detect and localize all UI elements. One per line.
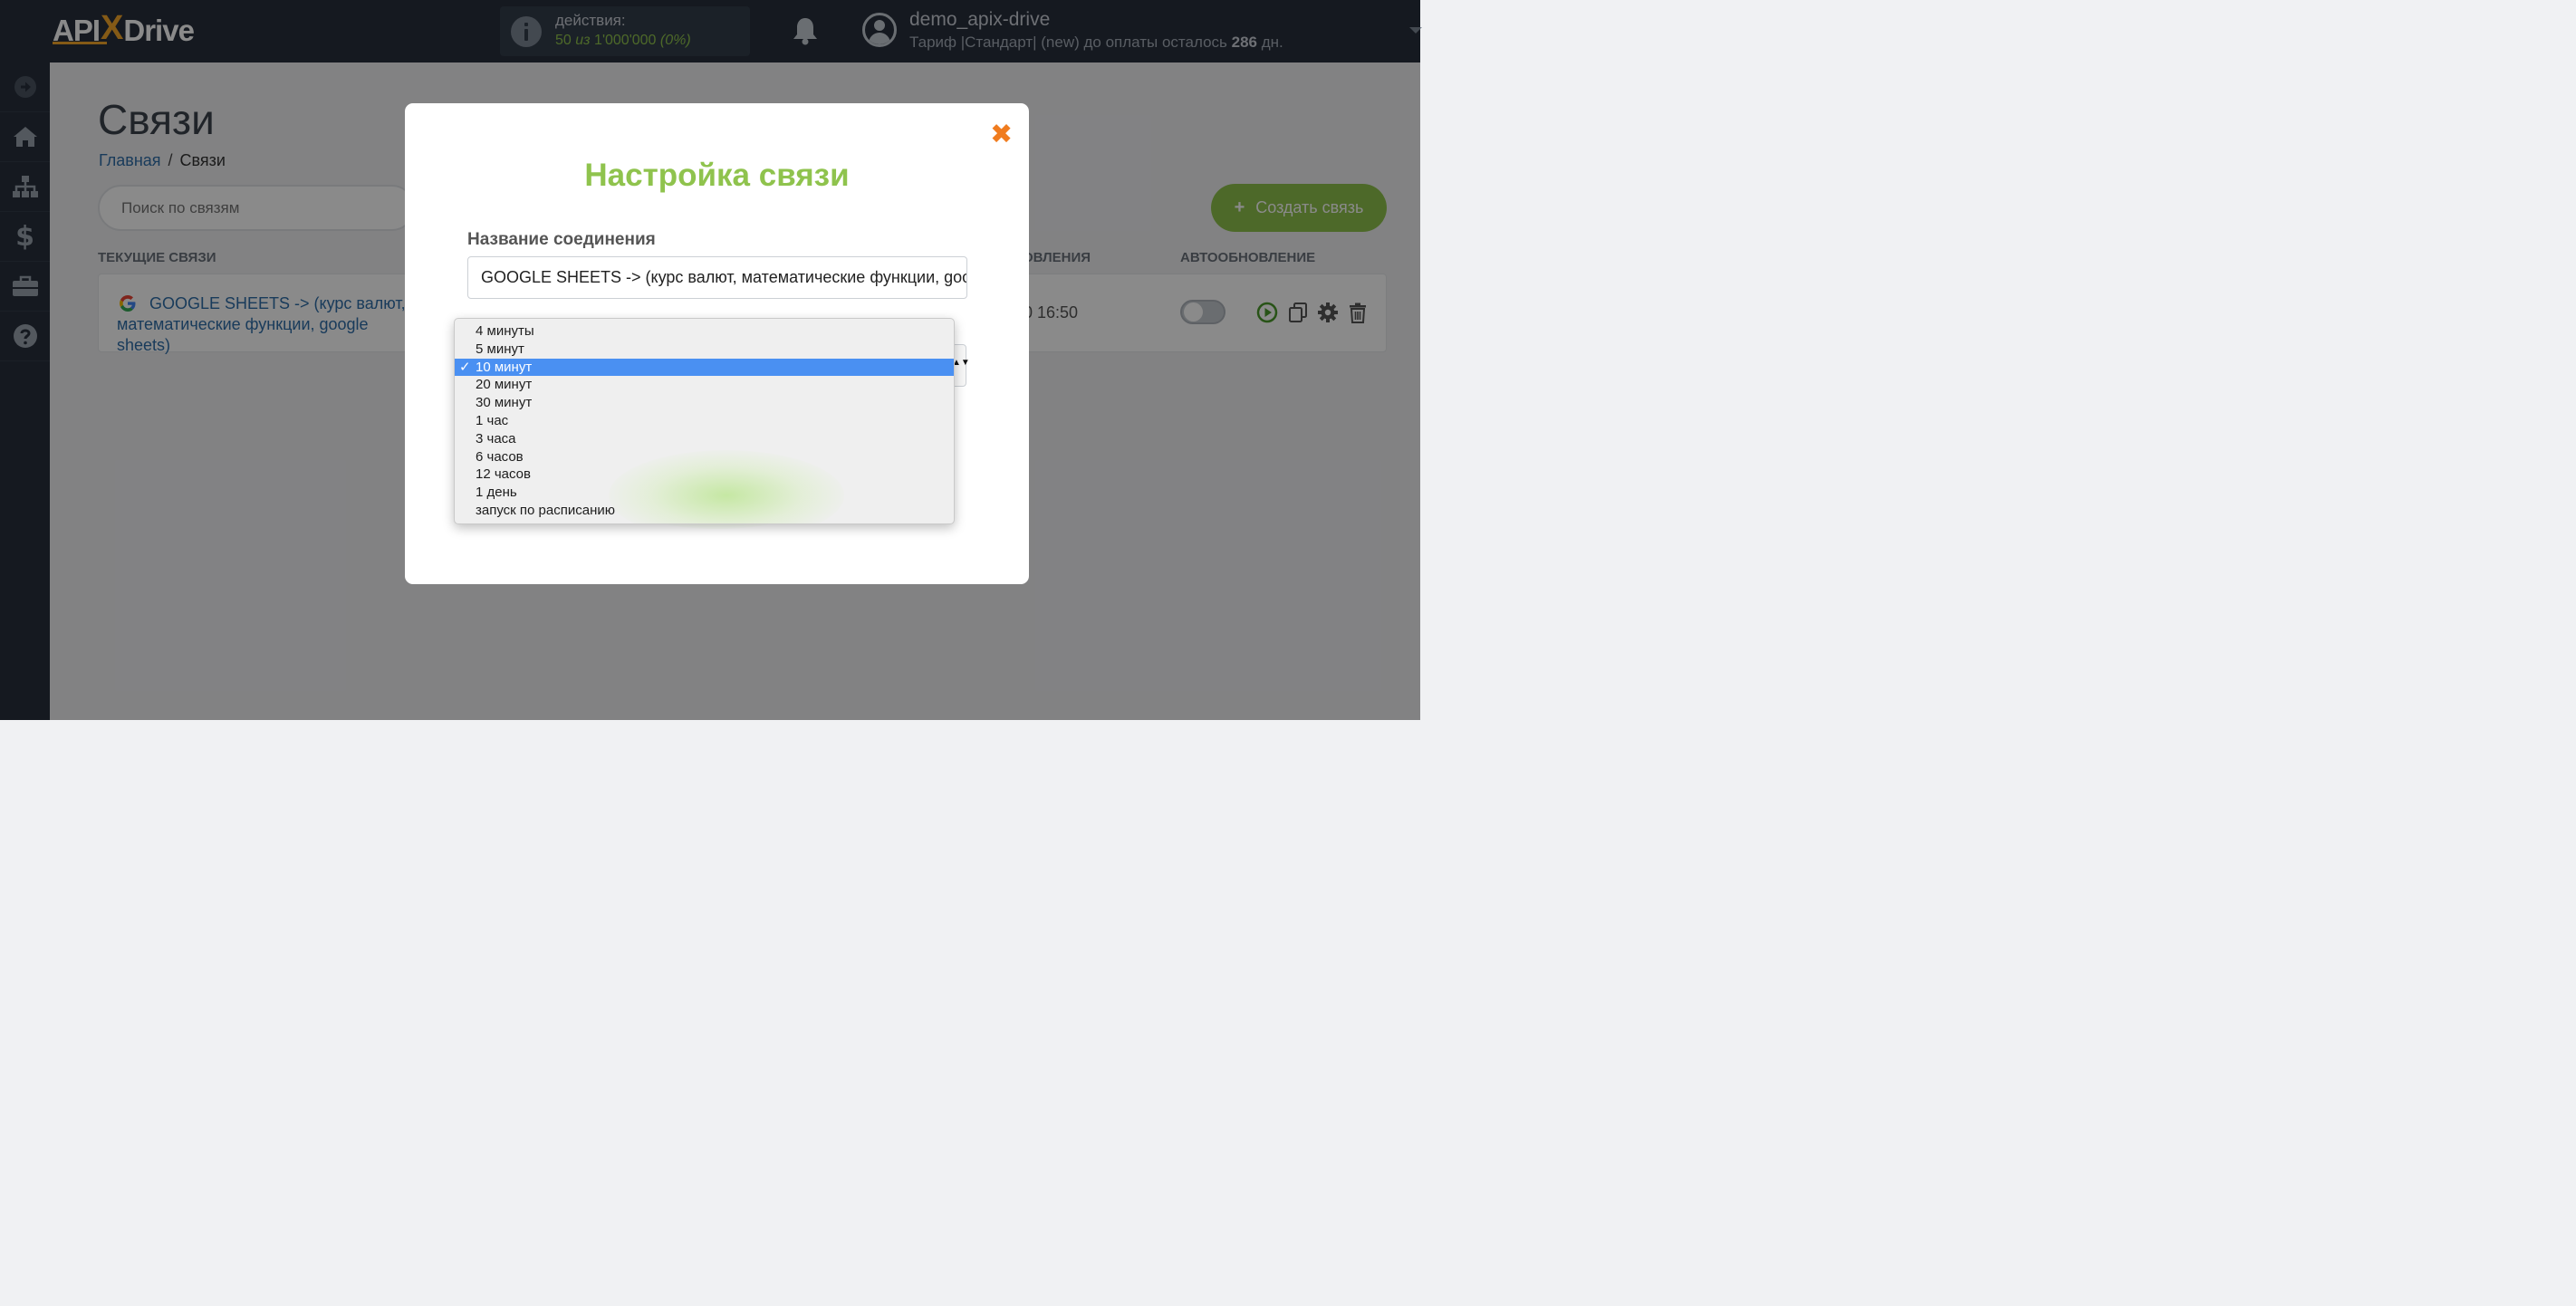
interval-option[interactable]: 4 минуты	[455, 322, 954, 341]
connection-name-label: Название соединения	[467, 230, 656, 249]
interval-option-label: 30 минут	[476, 395, 533, 411]
interval-option[interactable]: 30 минут	[455, 394, 954, 412]
update-interval-dropdown[interactable]: 4 минуты 5 минут ✓ 10 минут 20 минут 30 минут…	[454, 318, 955, 524]
close-icon[interactable]: ✖	[990, 121, 1013, 149]
interval-option-label: 6 часов	[476, 448, 524, 465]
checkmark-icon: ✓	[459, 359, 471, 375]
interval-option-label: 12 часов	[476, 466, 531, 483]
interval-option-label: 3 часа	[476, 430, 516, 447]
interval-option[interactable]: 1 день	[455, 484, 954, 502]
interval-option-label: 10 минут	[476, 359, 533, 375]
interval-option[interactable]: 6 часов	[455, 448, 954, 466]
interval-option[interactable]: 5 минут	[455, 341, 954, 359]
interval-option[interactable]: 12 часов	[455, 466, 954, 484]
modal-title: Настройка связи	[584, 158, 850, 193]
interval-option[interactable]: 20 минут	[455, 376, 954, 394]
interval-option[interactable]: 1 час	[455, 412, 954, 430]
interval-option-label: запуск по расписанию	[476, 502, 615, 518]
interval-option[interactable]: запуск по расписанию	[455, 502, 954, 520]
interval-option[interactable]: ✓ 10 минут	[455, 358, 954, 377]
interval-option-label: 4 минуты	[476, 323, 534, 339]
interval-option-label: 20 минут	[476, 377, 533, 393]
interval-option[interactable]: 3 часа	[455, 430, 954, 448]
interval-option-label: 1 час	[476, 412, 509, 428]
interval-option-label: 5 минут	[476, 341, 524, 357]
connection-name-input[interactable]	[467, 256, 967, 299]
interval-option-label: 1 день	[476, 485, 517, 501]
